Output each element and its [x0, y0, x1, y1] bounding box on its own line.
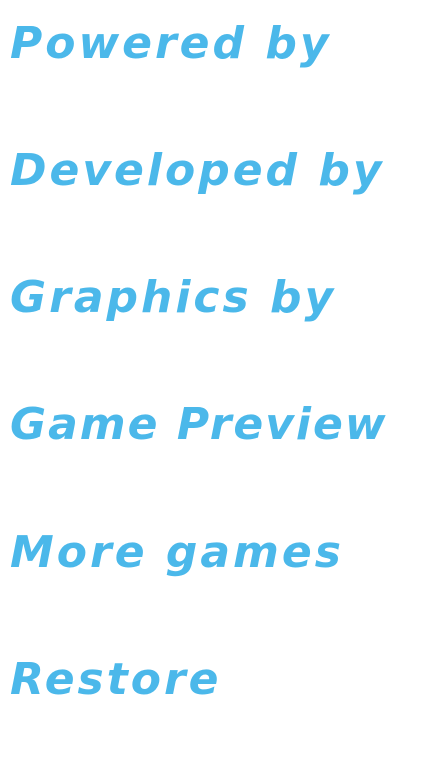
restore-button[interactable]: Restore: [10, 652, 222, 708]
game-preview-button[interactable]: Game Preview: [10, 397, 388, 453]
more-games-button[interactable]: More games: [10, 525, 344, 581]
developed-by-button[interactable]: Developed by: [10, 143, 385, 199]
credits-menu: Powered by Developed by Graphics by Game…: [0, 0, 430, 774]
powered-by-button[interactable]: Powered by: [10, 16, 332, 72]
graphics-by-button[interactable]: Graphics by: [10, 270, 336, 326]
